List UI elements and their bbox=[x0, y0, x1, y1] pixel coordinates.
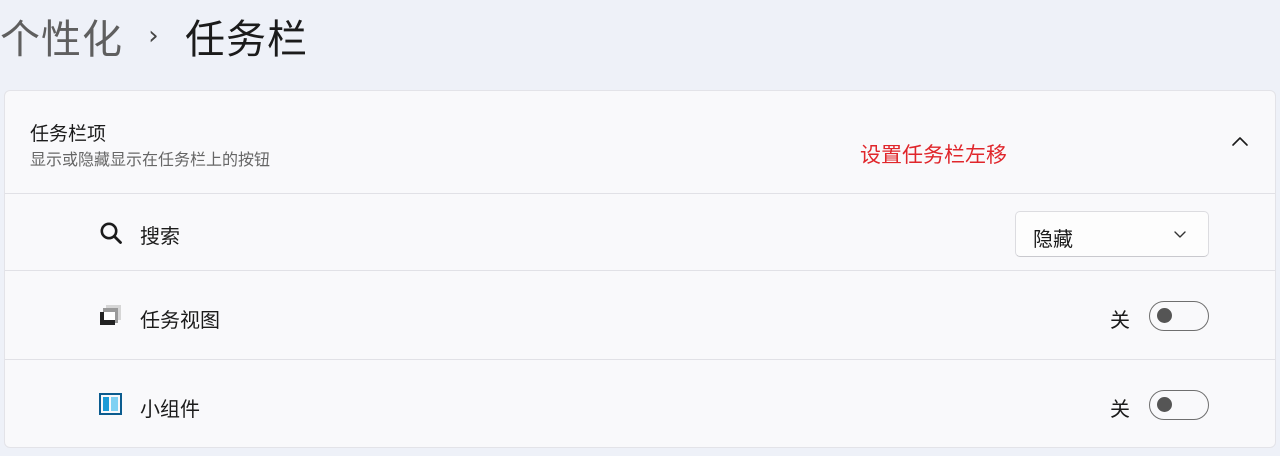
collapse-button[interactable] bbox=[1227, 129, 1253, 155]
widgets-icon bbox=[98, 391, 124, 417]
toggle-knob bbox=[1157, 397, 1172, 412]
chevron-up-icon bbox=[1232, 137, 1248, 146]
task-view-icon bbox=[98, 302, 124, 328]
search-icon bbox=[98, 220, 124, 246]
section-title: 任务栏项 bbox=[30, 123, 107, 145]
breadcrumb: 个性化 › 任务栏 bbox=[0, 7, 308, 65]
setting-row-widgets: 小组件 关 bbox=[5, 360, 1275, 447]
search-mode-dropdown[interactable]: 隐藏 bbox=[1015, 211, 1209, 257]
setting-row-task-view: 任务视图 关 bbox=[5, 271, 1275, 360]
taskbar-items-card: 任务栏项 显示或隐藏显示在任务栏上的按钮 设置任务栏左移 搜索 隐藏 任务视图 … bbox=[4, 90, 1276, 448]
setting-label-search: 搜索 bbox=[140, 224, 180, 248]
task-view-toggle[interactable] bbox=[1149, 301, 1209, 331]
annotation-text: 设置任务栏左移 bbox=[860, 143, 1007, 167]
setting-label-widgets: 小组件 bbox=[140, 397, 200, 421]
section-header-taskbar-items[interactable]: 任务栏项 显示或隐藏显示在任务栏上的按钮 设置任务栏左移 bbox=[5, 91, 1275, 194]
widgets-toggle[interactable] bbox=[1149, 390, 1209, 420]
setting-label-task-view: 任务视图 bbox=[140, 308, 220, 332]
dropdown-selected-value: 隐藏 bbox=[1033, 227, 1073, 251]
breadcrumb-separator-icon: › bbox=[148, 21, 160, 51]
toggle-state-label: 关 bbox=[1110, 308, 1130, 332]
setting-row-search: 搜索 隐藏 bbox=[5, 194, 1275, 271]
chevron-down-icon bbox=[1174, 231, 1186, 238]
page-title: 任务栏 bbox=[185, 17, 308, 63]
toggle-knob bbox=[1157, 308, 1172, 323]
section-subtitle: 显示或隐藏显示在任务栏上的按钮 bbox=[30, 150, 271, 169]
toggle-state-label: 关 bbox=[1110, 397, 1130, 421]
breadcrumb-parent[interactable]: 个性化 bbox=[0, 7, 123, 65]
